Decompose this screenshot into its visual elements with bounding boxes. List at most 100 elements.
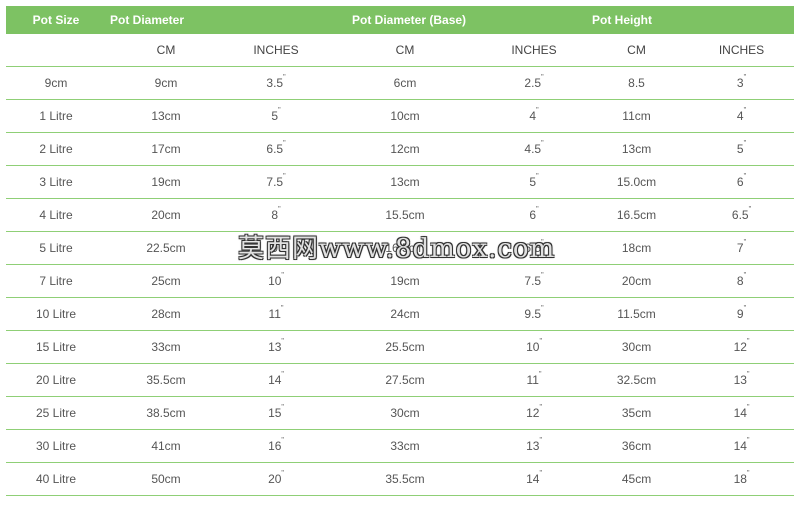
cell-value: 22.5cm (146, 241, 186, 255)
table-cell: 9.5" (484, 297, 585, 331)
cell-value: 33cm (151, 340, 181, 354)
inch-mark: " (743, 239, 747, 246)
table-cell: 30 Litre (6, 429, 106, 463)
table-cell: 12cm (326, 132, 484, 166)
table-row: 15 Litre 33cm 13" 25.5cm 10" 30cm 12" (6, 330, 795, 364)
cell-value: 12 (526, 406, 540, 420)
table-cell: 2 Litre (6, 132, 106, 166)
header-pot-diameter: Pot Diameter (106, 6, 326, 34)
header-pot-height-label: Pot Height (592, 13, 653, 27)
cell-value: 24cm (390, 307, 420, 321)
inch-mark: " (278, 206, 281, 213)
table-cell: 6.5" (689, 198, 795, 232)
table-cell: 5 Litre (6, 231, 106, 265)
subheader-cell: INCHES (689, 34, 795, 67)
cell-value: 4.5 (524, 142, 542, 156)
table-header-row: Pot Size Pot Diameter Pot Diameter (Base… (6, 6, 795, 34)
table-cell: 7.5" (226, 165, 326, 199)
subheader-cell: INCHES (484, 34, 585, 67)
cell-value: 10 (526, 340, 540, 354)
table-cell: 17cm (106, 132, 226, 166)
table-cell: 11" (226, 297, 326, 331)
cell-value: 10cm (390, 109, 420, 123)
inch-mark: " (743, 173, 747, 180)
inch-mark: " (539, 470, 542, 477)
inch-mark: " (538, 371, 542, 378)
table-cell: 7 Litre (6, 264, 106, 298)
subheader-cell (6, 34, 106, 67)
cell-value: 3 Litre (39, 175, 73, 189)
table-cell: 13cm (106, 99, 226, 133)
inch-mark: " (283, 140, 286, 147)
inch-mark: " (746, 470, 750, 477)
subheader-cell: CM (106, 34, 226, 67)
cell-value: 2 Litre (39, 142, 73, 156)
table-cell: 14" (226, 363, 326, 397)
cell-value: 15.0cm (616, 175, 657, 189)
header-pot-height: Pot Height (584, 6, 795, 34)
table-cell: 22.5cm (106, 231, 226, 265)
cell-value: 35.5cm (385, 472, 425, 486)
inch-mark: " (281, 404, 284, 411)
table-cell: 10 Litre (6, 297, 106, 331)
table-cell: 20cm (584, 264, 690, 298)
table-cell: 7.5" (484, 264, 585, 298)
inch-mark: " (536, 107, 539, 114)
table-cell: 5" (689, 132, 795, 166)
inch-mark: " (743, 107, 747, 114)
table-cell: 11" (484, 363, 585, 397)
cell-value: 18 (733, 472, 747, 486)
table-cell: 10cm (326, 99, 484, 133)
table-cell: 20cm (106, 198, 226, 232)
cell-value: 13cm (390, 175, 420, 189)
cell-value: 20cm (151, 208, 181, 222)
inch-mark: " (541, 140, 544, 147)
table-cell: 3 Litre (6, 165, 106, 199)
cell-value: 7.5 (524, 274, 542, 288)
cell-value: 6.5 (266, 142, 284, 156)
table-cell: 12" (689, 330, 795, 364)
table-cell: 5" (226, 99, 326, 133)
cell-value: 10 Litre (35, 307, 77, 321)
cell-value: 5 (736, 142, 744, 156)
cell-value: 41cm (151, 439, 181, 453)
table-cell: 3.5" (226, 66, 326, 100)
cell-value: 14 (268, 373, 282, 387)
table-cell: 11cm (584, 99, 690, 133)
cell-value: 9 (736, 307, 744, 321)
inch-mark: " (541, 239, 544, 246)
cell-value: 20 (268, 472, 282, 486)
header-pot-diameter-base-label: Pot Diameter (Base) (352, 13, 467, 27)
table-cell: 1 Litre (6, 99, 106, 133)
cell-value: 2.5 (524, 76, 542, 90)
cell-value: 16.5cm (616, 208, 657, 222)
table-cell: 14" (689, 429, 795, 463)
table-cell: 4 Litre (6, 198, 106, 232)
cell-value: 6 (736, 175, 744, 189)
cell-value: 13cm (621, 142, 652, 156)
cell-value: 30cm (621, 340, 652, 354)
inch-mark: " (746, 371, 750, 378)
cell-value: 14 (733, 439, 747, 453)
table-row: 25 Litre 38.5cm 15" 30cm 12" 35cm 14" (6, 396, 795, 430)
cell-value: 7.5 (266, 175, 284, 189)
cell-value: 38.5cm (146, 406, 186, 420)
table-cell: 16.5cm (584, 198, 690, 232)
table-cell: 19cm (106, 165, 226, 199)
table-cell: 16.5cm (326, 231, 484, 265)
table-cell: 14" (689, 396, 795, 430)
inch-mark: " (278, 239, 281, 246)
table-cell: 25 Litre (6, 396, 106, 430)
table-cell: 8.5 (584, 66, 690, 100)
cell-value: 50cm (151, 472, 181, 486)
inch-mark: " (281, 371, 284, 378)
table-row: 30 Litre 41cm 16" 33cm 13" 36cm 14" (6, 429, 795, 463)
cell-value: 25.5cm (385, 340, 425, 354)
cell-value: 33cm (390, 439, 420, 453)
table-cell: 12" (484, 396, 585, 430)
cell-value: 14 (526, 472, 540, 486)
table-cell: 13cm (584, 132, 690, 166)
cell-value: 18cm (621, 241, 652, 255)
cell-value: 20cm (621, 274, 652, 288)
cell-value: 30cm (390, 406, 420, 420)
